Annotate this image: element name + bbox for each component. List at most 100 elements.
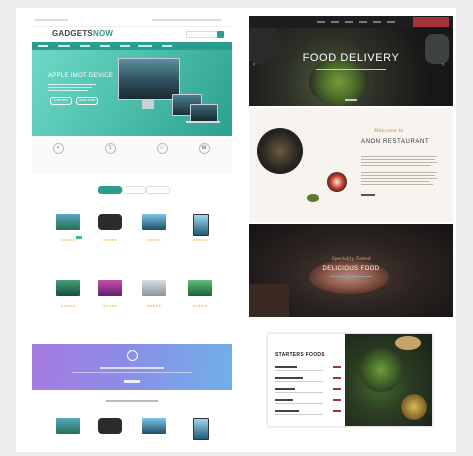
tab-2[interactable] (122, 186, 146, 194)
promo-icon (127, 350, 138, 361)
gadgets-hero-banner (32, 50, 232, 136)
product-card[interactable] (134, 414, 174, 442)
food-nav (249, 16, 453, 28)
dollar-icon: $ (104, 143, 116, 154)
product-card[interactable]: ★★★★★ (48, 276, 88, 310)
cart-icon[interactable] (217, 31, 224, 38)
food-board-image (249, 284, 289, 317)
product-card[interactable] (180, 414, 220, 442)
hero-monitor-image (118, 58, 180, 100)
menu-item-price (333, 366, 341, 368)
promo-text-line (72, 372, 192, 373)
food-hero-title: FOOD DELIVERY (302, 52, 400, 64)
feature-item: ✦ (36, 143, 80, 167)
food-nav-item[interactable] (359, 21, 367, 23)
food-nav-item[interactable] (331, 21, 339, 23)
truck-icon: ▭ (156, 143, 168, 154)
product-card[interactable]: ★★★★★ (134, 276, 174, 310)
food-nav-item[interactable] (317, 21, 325, 23)
tab-3[interactable] (146, 186, 170, 194)
hero-text-line (48, 87, 92, 88)
menu-item-desc (275, 403, 323, 404)
food-herb-image (307, 194, 319, 202)
starters-food-photo (345, 334, 432, 426)
nav-item-2[interactable] (58, 45, 70, 47)
nav-item-home[interactable] (38, 45, 48, 47)
about-text-line (361, 172, 437, 173)
food-nav-item[interactable] (373, 21, 381, 23)
product-image[interactable] (98, 214, 122, 230)
about-text-line (361, 162, 437, 163)
tab-active[interactable] (98, 186, 122, 194)
hero-learn-button[interactable]: LEARN MORE (76, 97, 98, 105)
topbar-links[interactable] (152, 19, 222, 21)
product-card[interactable] (90, 414, 130, 442)
product-card[interactable]: ★★★★★ (180, 210, 220, 244)
product-image[interactable] (142, 280, 166, 296)
side-dish-image (401, 394, 427, 420)
hero-shop-button[interactable]: SHOP NOW (50, 97, 72, 105)
about-text-line (361, 159, 435, 160)
nav-item-5[interactable] (120, 45, 130, 47)
rating-stars: ★★★★★ (60, 238, 76, 242)
product-image[interactable] (188, 280, 212, 296)
gadgets-search-input[interactable] (186, 31, 218, 38)
food-dish-image (257, 128, 303, 174)
food-nav-item[interactable] (387, 21, 395, 23)
food-plate-image (309, 58, 369, 106)
food-hero-banner: ‹ › (249, 28, 453, 106)
menu-item-name (275, 410, 299, 412)
about-text-line (361, 184, 433, 185)
gadgets-logo[interactable]: GADGETSNOW (52, 29, 113, 38)
product-card[interactable] (48, 414, 88, 442)
menu-item-name (275, 366, 297, 368)
about-text-line (361, 156, 437, 157)
slider-dots[interactable] (345, 99, 357, 101)
product-image[interactable] (56, 280, 80, 296)
topbar-contact (34, 19, 68, 21)
product-image[interactable] (142, 214, 166, 230)
product-image[interactable] (193, 214, 209, 236)
rating-stars: ★★★★★ (102, 238, 118, 242)
about-read-more-link[interactable] (361, 194, 375, 196)
product-image[interactable] (193, 418, 209, 440)
feature-item: ▭ (140, 143, 184, 167)
promo-text-line (100, 367, 164, 369)
product-card[interactable]: ★★★★★ (134, 210, 174, 244)
product-image[interactable] (98, 418, 122, 434)
hero-monitor-stand (142, 99, 154, 109)
product-image[interactable] (56, 418, 80, 434)
section-heading (106, 400, 158, 402)
menu-item-price (333, 399, 341, 401)
rating-stars: ★★★★★ (192, 304, 208, 308)
nav-item-6[interactable] (138, 45, 152, 47)
gadgets-topbar (32, 16, 232, 27)
product-image[interactable] (98, 280, 122, 296)
special-script-text: Speciality Tasted (331, 257, 371, 262)
nav-item-4[interactable] (100, 45, 110, 47)
special-text-line (330, 276, 372, 277)
menu-item-price (333, 388, 341, 390)
hero-laptop-base (186, 121, 220, 123)
special-title: DELICIOUS FOOD (322, 266, 380, 272)
product-image[interactable] (142, 418, 166, 434)
product-card[interactable]: ★★★★★ (90, 210, 130, 244)
menu-item-price (333, 410, 341, 412)
product-card[interactable]: ★★★★★ (90, 276, 130, 310)
nav-item-7[interactable] (162, 45, 172, 47)
food-nav-item[interactable] (345, 21, 353, 23)
rating-stars: ★★★★★ (146, 238, 162, 242)
product-image[interactable] (56, 214, 80, 230)
food-order-button[interactable] (413, 17, 449, 27)
product-card[interactable]: ★★★★★ (48, 210, 88, 244)
food-tomato-image (327, 172, 347, 192)
menu-item-desc (275, 414, 323, 415)
product-card[interactable]: ★★★★★ (180, 276, 220, 310)
menu-item-desc (275, 381, 323, 382)
about-text-line (361, 181, 429, 182)
hero-title: APPLE IMOT DEVICE (48, 73, 114, 79)
nav-item-3[interactable] (80, 45, 90, 47)
promo-dots[interactable] (124, 380, 140, 383)
menu-item-price (333, 377, 341, 379)
gift-icon: ✦ (52, 143, 64, 154)
